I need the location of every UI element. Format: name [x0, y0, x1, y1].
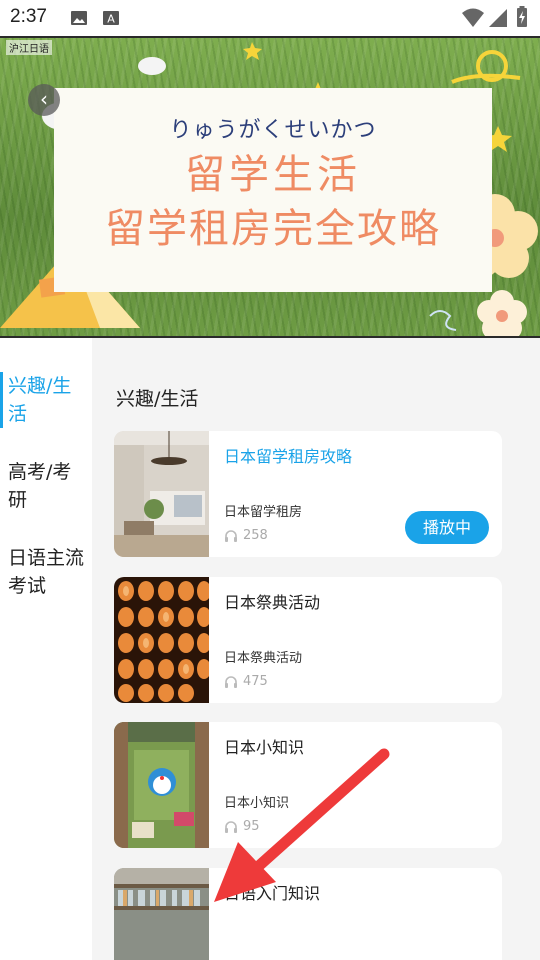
item-title: 日本留学租房攻略	[224, 447, 353, 466]
bookshelf-thumbnail	[114, 868, 209, 960]
play-count: 258	[224, 528, 268, 543]
list-item[interactable]: 日语入门知识	[114, 868, 502, 960]
battery-charging-icon	[517, 6, 527, 27]
item-subtitle: 日本小知识	[224, 796, 290, 811]
image-icon	[71, 11, 87, 25]
headphones-icon	[225, 676, 237, 688]
banner-prev-button[interactable]: ‹	[28, 84, 60, 116]
item-subtitle: 日本祭典活动	[224, 651, 303, 666]
brand-logo: 沪江日语	[6, 40, 52, 55]
banner-title-line2: 留学租房完全攻略	[105, 206, 441, 252]
status-time: 2:37	[10, 6, 47, 27]
banner-card: りゅうがくせいかつ 留学生活 留学租房完全攻略	[54, 88, 492, 292]
play-count-value: 258	[243, 528, 268, 543]
chevron-left-icon: ‹	[40, 87, 48, 111]
list-item[interactable]: 日本祭典活动 日本祭典活动 475	[114, 577, 502, 703]
headphones-icon	[225, 821, 237, 833]
list-item[interactable]: 日本小知识 日本小知识 95	[114, 722, 502, 848]
status-bar: 2:37 A	[0, 0, 540, 36]
sidebar-active-indicator	[0, 372, 3, 428]
svg-text:A: A	[107, 13, 115, 26]
section-title: 兴趣/生活	[116, 388, 199, 410]
item-title: 日本小知识	[224, 738, 305, 757]
wifi-icon	[462, 8, 484, 27]
signal-icon	[489, 9, 507, 27]
font-download-icon: A	[103, 11, 119, 26]
course-list-panel: 兴趣/生活 日本留学租房攻略 日本留学租房 258 播放中 日本祭典活动 日本祭…	[92, 338, 540, 960]
list-item[interactable]: 日本留学租房攻略 日本留学租房 258 播放中	[114, 431, 502, 557]
banner-kana: りゅうがくせいかつ	[169, 118, 377, 143]
category-sidebar: 兴趣/生活 高考/考研 日语主流考试	[0, 338, 92, 960]
playing-button[interactable]: 播放中	[405, 511, 489, 544]
doraemon-thumbnail	[114, 722, 209, 848]
lanterns-thumbnail	[114, 577, 209, 703]
item-title: 日本祭典活动	[224, 593, 321, 612]
sidebar-item-interest-life[interactable]: 兴趣/生活	[8, 372, 84, 428]
sidebar-item-exam-postgrad[interactable]: 高考/考研	[8, 458, 84, 514]
sidebar-item-japanese-exams[interactable]: 日语主流考试	[8, 544, 84, 600]
item-subtitle: 日本留学租房	[224, 505, 303, 520]
banner-carousel[interactable]: 沪江日语 りゅうがくせいかつ 留学生活 留学租房完全攻略 ‹	[0, 36, 540, 338]
item-title: 日语入门知识	[224, 884, 321, 903]
play-count-value: 95	[243, 819, 260, 834]
play-count: 475	[224, 674, 268, 689]
headphones-icon	[225, 530, 237, 542]
room-thumbnail	[114, 431, 209, 557]
banner-title-line1: 留学生活	[185, 152, 361, 198]
play-count-value: 475	[243, 674, 268, 689]
play-count: 95	[224, 819, 260, 834]
